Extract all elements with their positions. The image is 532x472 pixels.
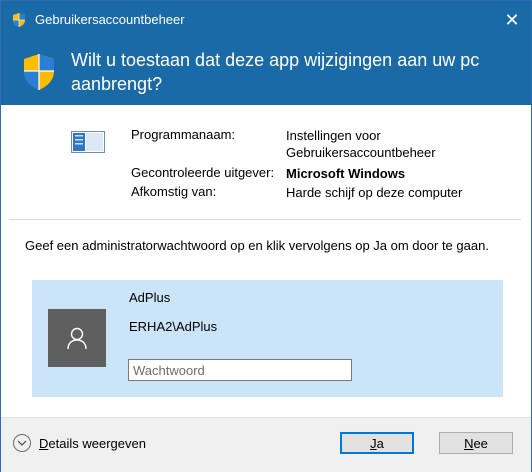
publisher-value: Microsoft Windows	[286, 166, 406, 181]
close-icon: ✕	[504, 9, 520, 30]
account-domain: ERHA2\AdPlus	[129, 319, 218, 334]
show-details-toggle[interactable]: Details weergeven	[13, 434, 146, 452]
settings-window-icon	[71, 131, 105, 153]
dialog-footer: Details weergeven Ja Nee	[1, 417, 531, 472]
question-banner: Wilt u toestaan dat deze app wijzigingen…	[1, 39, 531, 105]
shield-icon	[24, 54, 54, 90]
yes-button[interactable]: Ja	[340, 432, 414, 454]
publisher-label: Gecontroleerde uitgever:	[131, 165, 275, 180]
consent-question: Wilt u toestaan dat deze app wijzigingen…	[71, 50, 480, 94]
no-button[interactable]: Nee	[439, 432, 513, 454]
program-name-value: Instellingen voor Gebruikersaccountbehee…	[286, 128, 436, 160]
chevron-down-icon	[13, 434, 31, 452]
password-prompt: Geef een administratorwachtwoord op en k…	[25, 238, 489, 253]
credential-tile[interactable]: AdPlus ERHA2\AdPlus	[32, 280, 503, 397]
origin-label: Afkomstig van:	[131, 184, 217, 199]
window-title: Gebruikersaccountbeheer	[35, 12, 185, 27]
account-name: AdPlus	[129, 290, 171, 305]
user-icon	[67, 327, 87, 350]
close-button[interactable]: ✕	[493, 1, 531, 39]
separator	[9, 219, 521, 220]
program-name-label: Programmanaam:	[131, 127, 236, 142]
origin-value: Harde schijf op deze computer	[286, 185, 463, 200]
shield-icon	[13, 13, 25, 27]
uac-dialog: Gebruikersaccountbeheer ✕ Wilt u toestaa…	[0, 0, 532, 472]
password-field[interactable]	[128, 359, 352, 381]
avatar	[48, 309, 106, 367]
title-bar[interactable]: Gebruikersaccountbeheer ✕	[1, 1, 531, 39]
show-details-label: Details weergeven	[39, 435, 146, 451]
